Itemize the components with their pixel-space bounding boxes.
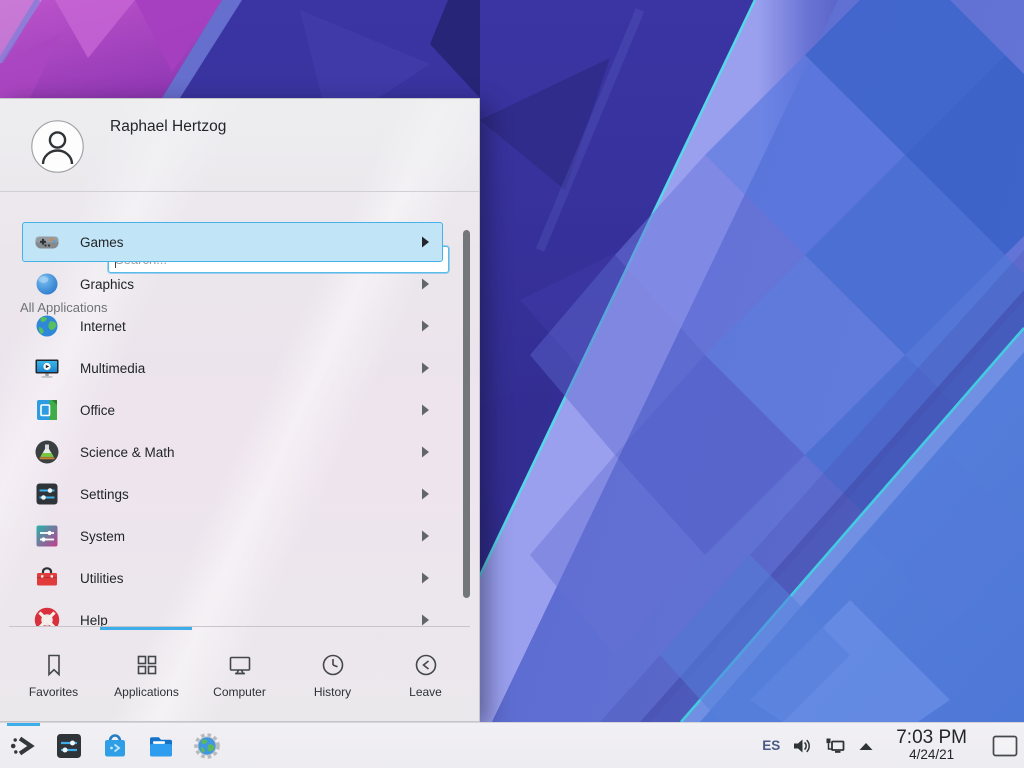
tab-history[interactable]: History xyxy=(286,630,379,721)
keyboard-layout-indicator[interactable]: ES xyxy=(762,738,780,753)
user-name: Raphael Hertzog xyxy=(110,118,226,136)
system-sliders-icon xyxy=(33,522,61,550)
show-desktop-button[interactable] xyxy=(989,726,1021,766)
document-icon xyxy=(33,396,61,424)
category-label: Graphics xyxy=(80,277,134,292)
show-desktop-icon xyxy=(991,734,1019,758)
tab-applications[interactable]: Applications xyxy=(100,630,193,721)
submenu-arrow-icon xyxy=(422,573,429,584)
media-monitor-icon xyxy=(33,354,61,382)
category-internet[interactable]: Internet xyxy=(22,306,443,346)
globe-icon xyxy=(33,312,61,340)
gamepad-icon xyxy=(33,228,61,256)
submenu-arrow-icon xyxy=(422,531,429,542)
file-manager-button[interactable] xyxy=(144,726,178,766)
leave-circle-icon xyxy=(413,652,439,678)
submenu-arrow-icon xyxy=(422,321,429,332)
category-utilities[interactable]: Utilities xyxy=(22,558,443,598)
category-label: Settings xyxy=(80,487,129,502)
application-launcher-menu: Raphael Hertzog All Applications xyxy=(0,98,480,722)
launcher-header: Raphael Hertzog xyxy=(0,99,479,192)
volume-icon[interactable] xyxy=(792,737,812,755)
tab-computer[interactable]: Computer xyxy=(193,630,286,721)
tab-favorites[interactable]: Favorites xyxy=(7,630,100,721)
web-browser-button[interactable] xyxy=(190,726,224,766)
category-settings[interactable]: Settings xyxy=(22,474,443,514)
kickoff-icon xyxy=(8,731,38,761)
category-science-math[interactable]: Science & Math xyxy=(22,432,443,472)
tab-label: Computer xyxy=(213,685,266,699)
submenu-arrow-icon xyxy=(422,279,429,290)
flask-icon xyxy=(33,438,61,466)
category-label: Games xyxy=(80,235,124,250)
category-label: System xyxy=(80,529,125,544)
launcher-tab-bar: Favorites Applications Computer xyxy=(0,630,479,721)
category-games[interactable]: Games xyxy=(22,222,443,262)
category-list: Games Graphics xyxy=(0,222,479,626)
system-settings-button[interactable] xyxy=(52,726,86,766)
clock-date: 4/24/21 xyxy=(896,748,967,762)
desktop: Raphael Hertzog All Applications xyxy=(0,0,1024,768)
tab-label: Applications xyxy=(114,685,179,699)
toolbox-icon xyxy=(33,564,61,592)
category-office[interactable]: Office xyxy=(22,390,443,430)
submenu-arrow-icon xyxy=(422,489,429,500)
monitor-icon xyxy=(227,652,253,678)
category-help[interactable]: Help xyxy=(22,600,443,626)
category-label: Office xyxy=(80,403,115,418)
submenu-arrow-icon xyxy=(422,447,429,458)
system-tray: ES 7:03 PM xyxy=(762,726,1024,766)
category-multimedia[interactable]: Multimedia xyxy=(22,348,443,388)
discover-button[interactable] xyxy=(98,726,132,766)
tab-label: Leave xyxy=(409,685,442,699)
submenu-arrow-icon xyxy=(422,405,429,416)
bookmark-icon xyxy=(41,652,67,678)
sphere-icon xyxy=(33,270,61,298)
discover-bag-icon xyxy=(100,731,130,761)
lifebuoy-icon xyxy=(33,606,61,626)
digital-clock[interactable]: 7:03 PM 4/24/21 xyxy=(896,728,967,762)
sliders-icon xyxy=(33,480,61,508)
clock-time: 7:03 PM xyxy=(896,728,967,748)
category-system[interactable]: System xyxy=(22,516,443,556)
tab-label: History xyxy=(314,685,351,699)
submenu-arrow-icon xyxy=(422,615,429,626)
launcher-active-indicator xyxy=(7,723,40,726)
category-label: Science & Math xyxy=(80,445,175,460)
submenu-arrow-icon xyxy=(422,237,429,248)
tab-leave[interactable]: Leave xyxy=(379,630,472,721)
clock-icon xyxy=(320,652,346,678)
category-label: Help xyxy=(80,613,108,627)
network-icon[interactable] xyxy=(824,736,846,756)
taskbar-panel: ES 7:03 PM xyxy=(0,722,1024,768)
folder-icon xyxy=(146,731,176,761)
globe-gear-icon xyxy=(192,731,222,761)
category-label: Utilities xyxy=(80,571,124,586)
category-label: Multimedia xyxy=(80,361,145,376)
grid-icon xyxy=(134,652,160,678)
tab-label: Favorites xyxy=(29,685,78,699)
user-avatar[interactable] xyxy=(31,120,84,173)
application-launcher-button[interactable] xyxy=(6,726,40,766)
list-scrollbar[interactable] xyxy=(463,230,470,598)
submenu-arrow-icon xyxy=(422,363,429,374)
footer-separator xyxy=(9,626,470,627)
pinned-apps xyxy=(0,726,224,766)
tray-expander-arrow-icon[interactable] xyxy=(858,741,874,751)
category-label: Internet xyxy=(80,319,126,334)
category-graphics[interactable]: Graphics xyxy=(22,264,443,304)
settings-app-icon xyxy=(54,731,84,761)
